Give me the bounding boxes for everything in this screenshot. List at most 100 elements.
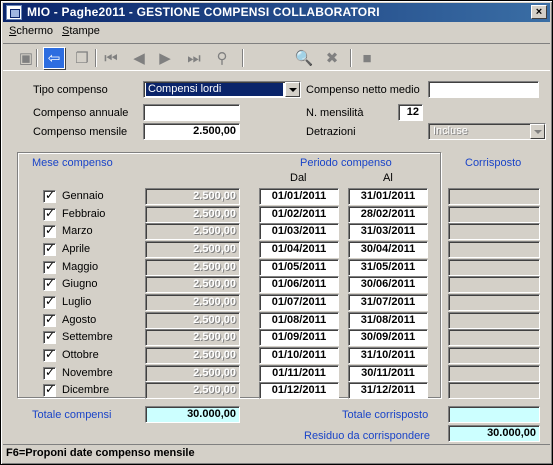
period-to-input[interactable]: 31/07/2011 [348,294,428,311]
period-to-input[interactable]: 30/09/2011 [348,329,428,346]
period-from-input[interactable]: 01/12/2011 [259,382,339,399]
month-checkbox[interactable] [43,206,56,221]
period-to-input[interactable]: 31/10/2011 [348,347,428,364]
compenso-mensile-input[interactable]: 2.500,00 [143,123,240,140]
month-amount: 2.500,00 [145,312,240,329]
back-arrow-icon[interactable]: ⇦ [43,47,65,69]
month-amount: 2.500,00 [145,223,240,240]
month-checkbox[interactable] [43,294,56,309]
save-icon[interactable]: ▣ [15,47,37,69]
corrisposto-field [448,259,540,276]
month-label: Marzo [62,225,93,237]
period-from-input[interactable]: 01/09/2011 [259,329,339,346]
chevron-down-icon[interactable] [285,82,300,97]
next-record-icon[interactable]: ▶ [154,47,176,69]
month-checkbox[interactable] [43,365,56,380]
corrisposto-field [448,382,540,399]
period-from-input[interactable]: 01/10/2011 [259,347,339,364]
period-to-input[interactable]: 31/05/2011 [348,259,428,276]
detrazioni-value: Incluse [433,125,468,137]
period-from-input[interactable]: 01/05/2011 [259,259,339,276]
period-to-input[interactable]: 30/06/2011 [348,276,428,293]
month-checkbox[interactable] [43,188,56,203]
month-checkbox[interactable] [43,276,56,291]
tipo-compenso-label: Tipo compenso [33,84,108,96]
delete-record-icon[interactable]: ✖ [321,47,343,69]
window-title: MIO - Paghe2011 - GESTIONE COMPENSI COLL… [27,5,380,19]
month-amount: 2.500,00 [145,188,240,205]
residuo-value: 30.000,00 [448,425,540,442]
toolbar-separator [36,49,38,67]
stop-icon[interactable]: ■ [356,47,378,69]
period-to-input[interactable]: 31/12/2011 [348,382,428,399]
month-amount: 2.500,00 [145,329,240,346]
month-amount: 2.500,00 [145,347,240,364]
al-header: Al [383,172,393,184]
search-icon[interactable]: 🔍 [293,47,315,69]
compenso-mensile-label: Compenso mensile [33,126,128,138]
period-to-input[interactable]: 28/02/2011 [348,206,428,223]
corrisposto-field [448,276,540,293]
period-to-input[interactable]: 31/08/2011 [348,312,428,329]
period-from-input[interactable]: 01/04/2011 [259,241,339,258]
toolbar-separator [95,49,97,67]
binoculars-icon[interactable]: ⚲ [211,47,233,69]
month-checkbox[interactable] [43,382,56,397]
month-checkbox[interactable] [43,312,56,327]
dal-header: Dal [290,172,307,184]
period-from-input[interactable]: 01/08/2011 [259,312,339,329]
month-amount: 2.500,00 [145,382,240,399]
corrisposto-field [448,206,540,223]
residuo-label: Residuo da corrispondere [304,430,430,442]
close-button[interactable]: × [531,5,547,19]
month-checkbox[interactable] [43,259,56,274]
compenso-annuale-label: Compenso annuale [33,107,129,119]
month-checkbox[interactable] [43,223,56,238]
period-to-input[interactable]: 31/03/2011 [348,223,428,240]
toolbar: ▣ ⇦ ❐ ⏮ ◀ ▶ ⏭ ⚲ 🔍 ✖ ■ [3,43,550,71]
app-icon [6,5,22,20]
month-checkbox[interactable] [43,241,56,256]
title-bar[interactable]: MIO - Paghe2011 - GESTIONE COMPENSI COLL… [3,3,550,22]
totale-compensi-label: Totale compensi [32,409,112,421]
period-from-input[interactable]: 01/01/2011 [259,188,339,205]
compenso-annuale-input[interactable] [143,104,240,121]
month-label: Aprile [62,243,91,255]
pages-icon[interactable]: ❐ [71,47,93,69]
mese-compenso-header: Mese compenso [32,157,113,169]
period-to-input[interactable]: 30/04/2011 [348,241,428,258]
corrisposto-field [448,223,540,240]
last-record-icon[interactable]: ⏭ [183,47,205,69]
tipo-compenso-select[interactable]: Compensi lordi [143,81,301,98]
month-amount: 2.500,00 [145,241,240,258]
month-checkbox[interactable] [43,329,56,344]
period-from-input[interactable]: 01/07/2011 [259,294,339,311]
month-label: Ottobre [62,349,99,361]
period-from-input[interactable]: 01/02/2011 [259,206,339,223]
toolbar-separator [350,49,352,67]
period-from-input[interactable]: 01/03/2011 [259,223,339,240]
period-from-input[interactable]: 01/06/2011 [259,276,339,293]
first-record-icon[interactable]: ⏮ [100,47,122,69]
corrisposto-header: Corrisposto [465,157,522,169]
corrisposto-field [448,365,540,382]
tipo-compenso-value: Compensi lordi [146,83,283,96]
menu-bar: Schermo Stampe [3,23,550,41]
chevron-down-icon [530,124,545,139]
corrisposto-field [448,312,540,329]
periodo-compenso-header: Periodo compenso [300,157,392,169]
month-label: Gennaio [62,190,104,202]
month-checkbox[interactable] [43,347,56,362]
n-mensilita-input[interactable]: 12 [398,104,423,121]
period-from-input[interactable]: 01/11/2011 [259,365,339,382]
previous-record-icon[interactable]: ◀ [128,47,150,69]
compenso-netto-medio-input[interactable] [428,81,539,98]
totale-compensi-value: 30.000,00 [145,406,240,423]
month-label: Luglio [62,296,92,308]
menu-schermo[interactable]: Schermo [9,25,53,37]
period-to-input[interactable]: 30/11/2011 [348,365,428,382]
menu-stampe[interactable]: Stampe [62,25,100,37]
month-amount: 2.500,00 [145,365,240,382]
period-to-input[interactable]: 31/01/2011 [348,188,428,205]
corrisposto-field [448,347,540,364]
